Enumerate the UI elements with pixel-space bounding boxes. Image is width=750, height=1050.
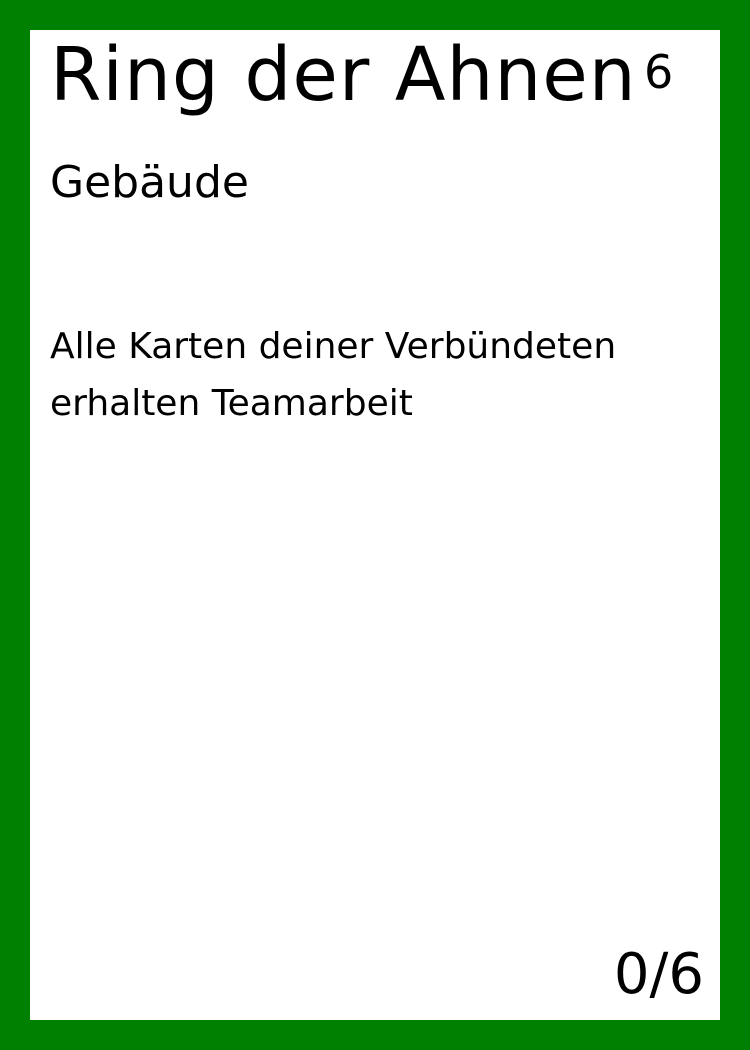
card-counter: 0/6 <box>613 942 704 1007</box>
card-ability-text: Alle Karten deiner Verbündeten erhalten … <box>50 326 617 424</box>
card-type: Gebäude <box>50 157 249 208</box>
card-title: Ring der Ahnen <box>50 32 637 118</box>
game-card[interactable]: Ring der Ahnen 6 Gebäude Alle Karten dei… <box>0 0 750 1050</box>
card-cost: 6 <box>644 45 674 99</box>
